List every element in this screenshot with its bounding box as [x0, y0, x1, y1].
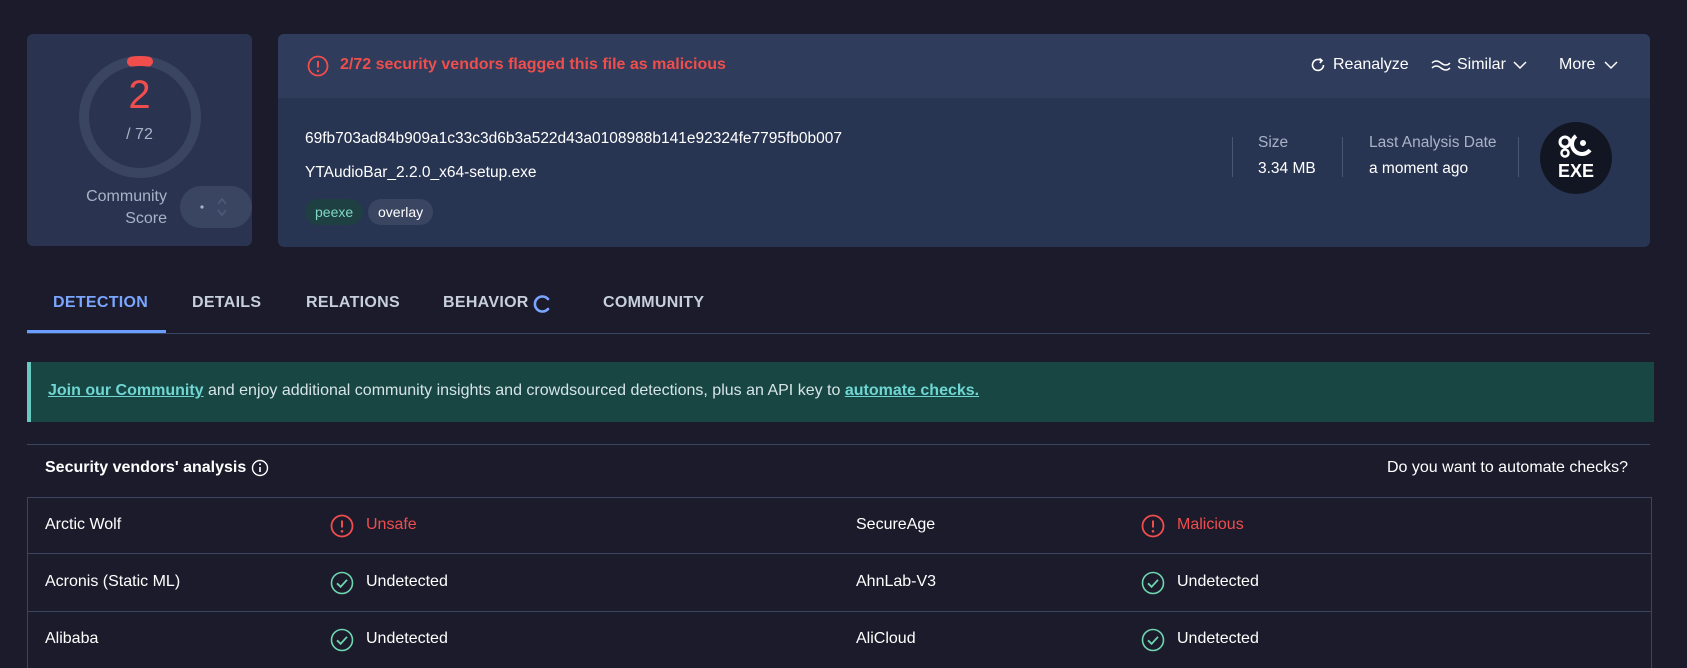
vendor-result: Unsafe	[366, 516, 417, 533]
file-type-badge	[1540, 122, 1612, 194]
info-icon[interactable]	[251, 459, 269, 477]
chevron-down-icon	[1513, 61, 1527, 70]
size-label: Size	[1258, 134, 1289, 151]
vendor-result: Undetected	[1177, 573, 1259, 590]
score-card: 2 / 72 Community Score	[27, 34, 252, 246]
loading-spinner-icon	[533, 295, 550, 313]
alert-circle-icon	[307, 55, 329, 77]
vendor-result: Undetected	[366, 573, 448, 590]
vendors-title: Security vendors' analysis	[45, 459, 247, 476]
tab-details[interactable]: DETAILS	[192, 294, 261, 312]
community-vote-button[interactable]	[180, 186, 252, 228]
vendors-table	[27, 497, 1652, 668]
automate-checks-question[interactable]: Do you want to automate checks?	[1387, 459, 1628, 477]
vendor-name: SecureAge	[856, 516, 936, 533]
vendor-result: Malicious	[1177, 516, 1244, 533]
community-score-label: Community Score	[86, 188, 167, 227]
detection-total: / 72	[126, 126, 153, 143]
alert-text: 2/72 security vendors flagged this file …	[340, 56, 726, 73]
file-name: YTAudioBar_2.2.0_x64-setup.exe	[305, 164, 537, 181]
more-button[interactable]: More	[1559, 56, 1621, 74]
file-card: 2/72 security vendors flagged this file …	[278, 34, 1650, 247]
last-analysis-label: Last Analysis Date	[1369, 134, 1497, 151]
similar-label: Similar	[1457, 56, 1506, 73]
vendor-name: Acronis (Static ML)	[45, 573, 181, 590]
size-value: 3.34 MB	[1258, 160, 1316, 177]
check-circle-icon	[330, 571, 354, 595]
file-hash[interactable]: 69fb703ad84b909a1c33c3d6b3a522d43a010898…	[305, 130, 842, 148]
vendor-result: Undetected	[366, 630, 448, 647]
check-circle-icon	[1141, 571, 1165, 595]
chevron-down-icon	[1604, 61, 1618, 70]
vendor-name: AhnLab-V3	[856, 573, 937, 590]
tab-community[interactable]: COMMUNITY	[603, 294, 704, 312]
vendor-result: Undetected	[1177, 630, 1259, 647]
tab-behavior[interactable]: BEHAVIOR	[443, 294, 529, 312]
banner-middle-text: and enjoy additional community insights …	[203, 382, 845, 399]
vendor-name: Alibaba	[45, 630, 99, 647]
more-label: More	[1559, 56, 1596, 73]
refresh-icon	[1311, 57, 1325, 72]
join-community-link[interactable]: Join our Community	[48, 382, 204, 399]
tag-overlay[interactable]: overlay	[368, 199, 434, 225]
vendor-name: Arctic Wolf	[45, 516, 122, 533]
reanalyze-button[interactable]: Reanalyze	[1309, 56, 1409, 74]
check-circle-icon	[330, 628, 354, 652]
banner-text: Join our Community and enjoy additional …	[48, 382, 979, 400]
detection-count: 2	[128, 73, 151, 117]
tab-detection[interactable]: DETECTION	[53, 294, 148, 312]
divider	[1232, 137, 1233, 177]
tabs-divider	[27, 333, 1650, 334]
row-divider	[27, 553, 1652, 554]
similar-button[interactable]: Similar	[1431, 56, 1528, 74]
vote-arrows-icon	[200, 197, 227, 217]
section-divider	[27, 444, 1650, 445]
reanalyze-label: Reanalyze	[1333, 56, 1409, 73]
divider	[1518, 137, 1519, 177]
tab-relations[interactable]: RELATIONS	[306, 294, 400, 312]
similar-waves-icon	[1431, 60, 1451, 71]
gears-icon	[1558, 134, 1592, 158]
file-type-label: EXE	[1557, 161, 1595, 181]
alert-circle-icon	[1141, 514, 1165, 538]
row-divider	[27, 611, 1652, 612]
automate-checks-link[interactable]: automate checks.	[845, 382, 979, 399]
alert-circle-icon	[330, 514, 354, 538]
alert-bar: 2/72 security vendors flagged this file …	[278, 34, 1650, 98]
last-analysis-value: a moment ago	[1369, 160, 1469, 177]
active-tab-indicator	[27, 330, 166, 333]
tag-peexe[interactable]: peexe	[305, 199, 364, 225]
check-circle-icon	[1141, 628, 1165, 652]
divider	[1342, 137, 1343, 177]
vendor-name: AliCloud	[856, 630, 916, 647]
